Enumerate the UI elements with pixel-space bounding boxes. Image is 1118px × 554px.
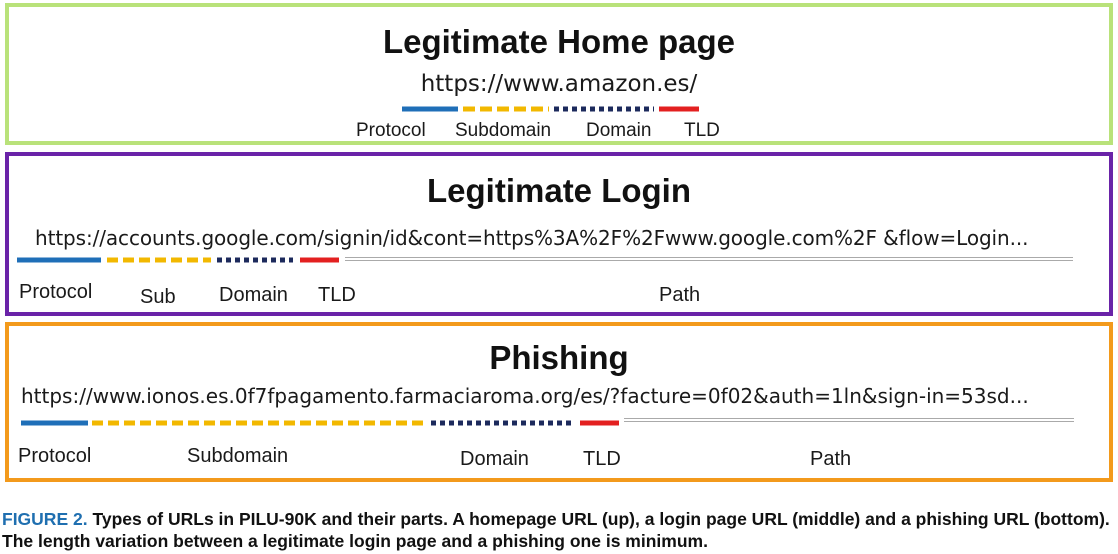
path-bar [345,257,1073,261]
url-text: https://www.amazon.es/ [420,71,698,97]
protocol-label: Protocol [356,120,426,141]
url-segment-bars [402,106,699,112]
url-text: https://accounts.google.com/signin/id&co… [35,226,1029,250]
tld-label: TLD [318,284,356,306]
subdomain-label: Sub [140,286,176,308]
url-text: https://www.ionos.es.0f7fpagamento.farma… [21,384,1029,408]
path-bar [624,418,1074,422]
figure-label: FIGURE 2. [2,509,88,529]
domain-label: Domain [219,284,288,306]
domain-label: Domain [586,120,652,141]
domain-label: Domain [460,448,529,470]
protocol-label: Protocol [18,445,92,467]
panel-title: Legitimate Home page [382,23,736,60]
panel-title: Legitimate Login [427,172,691,209]
figure-caption: FIGURE 2. Types of URLs in PILU-90K and … [2,508,1116,552]
tld-label: TLD [684,120,720,141]
login-panel: Legitimate Login https://accounts.google… [5,152,1113,316]
path-label: Path [659,284,701,306]
tld-label: TLD [583,448,621,470]
path-label: Path [810,448,852,470]
subdomain-label: Subdomain [187,445,289,467]
panel-title: Phishing [489,339,629,376]
subdomain-label: Subdomain [455,120,552,141]
protocol-label: Protocol [19,281,93,303]
home-page-panel: Legitimate Home page https://www.amazon.… [5,3,1113,145]
caption-text: Types of URLs in PILU-90K and their part… [2,509,1110,551]
phishing-panel: Phishing https://www.ionos.es.0f7fpagame… [5,322,1113,482]
